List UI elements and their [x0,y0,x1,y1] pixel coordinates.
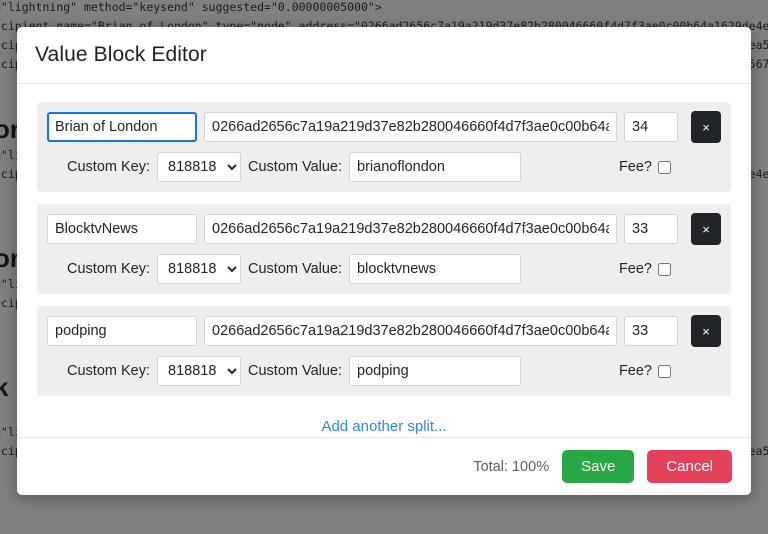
fee-label: Fee? [618,363,652,379]
custom-value-input[interactable] [349,254,522,284]
split-percentage-input[interactable] [624,316,678,346]
split-row-secondary-line: Custom Key: 81881876291697629171 Custom Va… [47,254,721,284]
custom-key-label: Custom Key: [67,159,150,175]
custom-key-label: Custom Key: [67,363,150,379]
fee-checkbox[interactable] [658,364,671,378]
custom-value-label: Custom Value: [248,363,343,379]
fee-toggle-group: Fee? [619,363,721,379]
split-percentage-input[interactable] [624,214,678,244]
add-another-split-link[interactable]: Add another split... [321,418,446,435]
fee-toggle-group: Fee? [619,159,721,175]
custom-value-label: Custom Value: [248,159,343,175]
split-row: × Custom Key: 81881876291697629171 Custom V… [37,204,731,294]
custom-key-select[interactable]: 81881876291697629171 [157,152,241,182]
custom-value-input[interactable] [349,356,522,386]
recipient-name-input[interactable] [47,112,197,142]
split-row-primary-line: × [47,315,721,347]
custom-key-select[interactable]: 81881876291697629171 [157,254,241,284]
background-code-line: ="lightning" method="keysend" suggested=… [0,0,382,14]
modal-footer: Total: 100% Save Cancel [17,437,751,495]
recipient-address-input[interactable] [204,112,617,142]
custom-value-input[interactable] [349,152,522,182]
recipient-name-input[interactable] [47,214,197,244]
split-row-primary-line: × [47,213,721,245]
value-block-editor-modal: Value Block Editor × Custom Key: 818818762… [17,27,751,495]
cancel-button[interactable]: Cancel [647,450,732,483]
modal-body: × Custom Key: 81881876291697629171 Custom V… [17,84,751,437]
modal-header: Value Block Editor [17,27,751,84]
save-button[interactable]: Save [562,450,635,483]
custom-key-select[interactable]: 81881876291697629171 [157,356,241,386]
recipient-address-input[interactable] [204,214,617,244]
remove-split-button[interactable]: × [691,315,721,347]
recipient-address-input[interactable] [204,316,617,346]
fee-toggle-group: Fee? [619,261,721,277]
remove-split-button[interactable]: × [691,111,721,143]
total-percentage-label: Total: 100% [473,458,550,475]
fee-checkbox[interactable] [658,160,671,174]
custom-value-label: Custom Value: [248,261,343,277]
split-percentage-input[interactable] [624,112,678,142]
split-row-secondary-line: Custom Key: 81881876291697629171 Custom Va… [47,152,721,182]
split-row-secondary-line: Custom Key: 81881876291697629171 Custom Va… [47,356,721,386]
split-row-primary-line: × [47,111,721,143]
add-split-container: Add another split... [37,408,731,437]
page-title: Value Block Editor [35,43,207,66]
remove-split-button[interactable]: × [691,213,721,245]
fee-checkbox[interactable] [658,262,671,276]
splits-list: × Custom Key: 81881876291697629171 Custom V… [37,102,731,396]
fee-label: Fee? [618,261,652,277]
recipient-name-input[interactable] [47,316,197,346]
split-row: × Custom Key: 81881876291697629171 Custom V… [37,102,731,192]
split-row: × Custom Key: 81881876291697629171 Custom V… [37,306,731,396]
custom-key-label: Custom Key: [67,261,150,277]
fee-label: Fee? [618,159,652,175]
